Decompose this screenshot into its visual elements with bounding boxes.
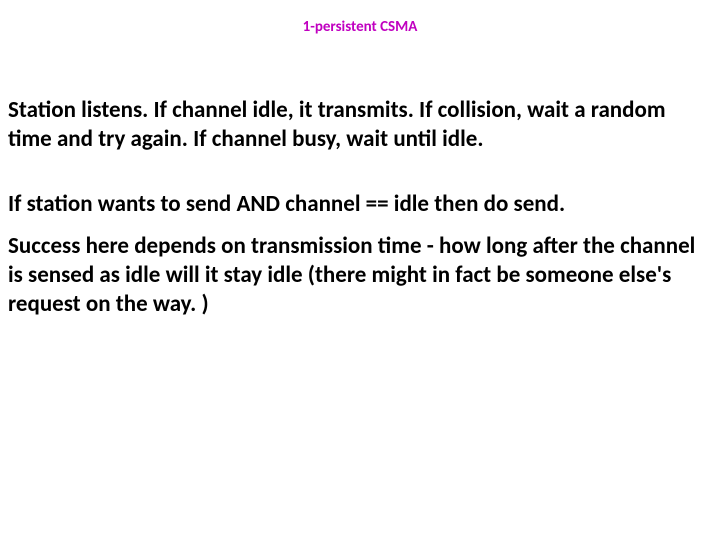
slide: 1-persistent CSMA Station listens. If ch…: [0, 0, 720, 540]
paragraph-3: Success here depends on transmission tim…: [8, 232, 712, 318]
paragraph-1: Station listens. If channel idle, it tra…: [8, 96, 712, 154]
slide-title: 1-persistent CSMA: [0, 0, 720, 96]
paragraph-2: If station wants to send AND channel == …: [8, 190, 712, 219]
slide-body: Station listens. If channel idle, it tra…: [0, 96, 720, 319]
